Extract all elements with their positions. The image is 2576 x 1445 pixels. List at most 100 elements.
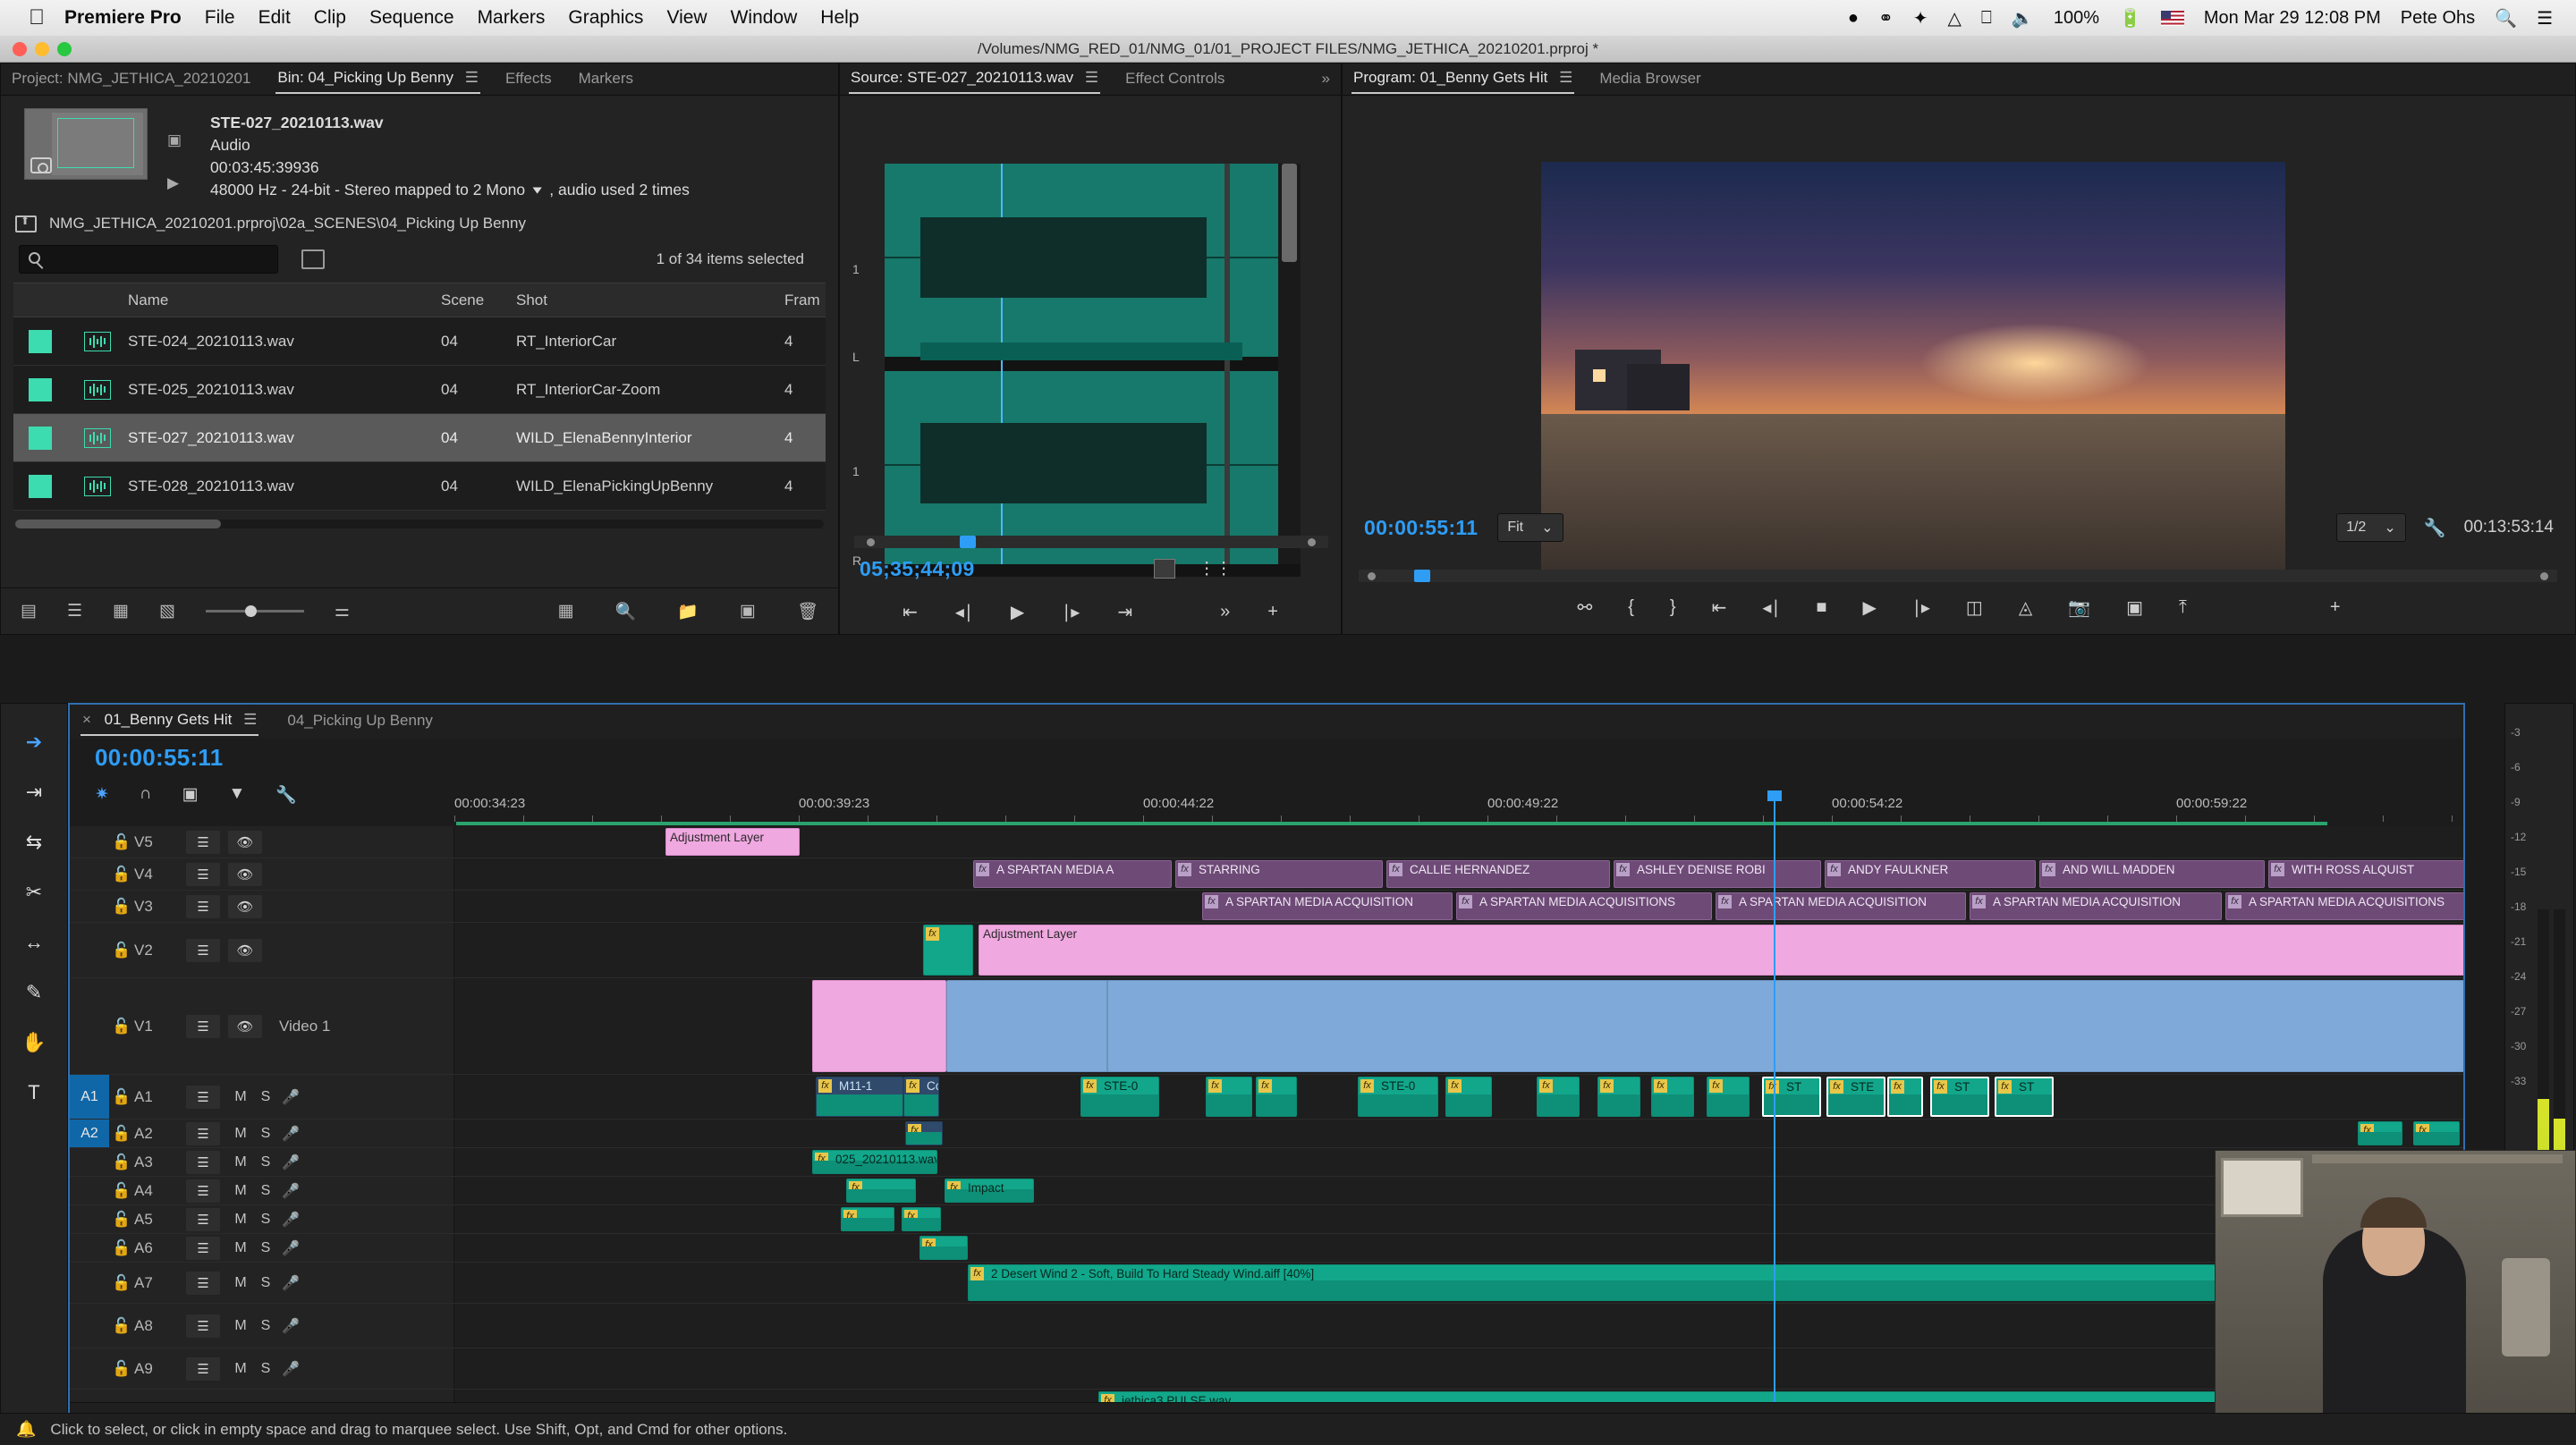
microphone-icon[interactable]: 🎤 (278, 1182, 303, 1200)
menu-graphics[interactable]: Graphics (568, 7, 643, 29)
step-back-icon[interactable]: ◂∣ (955, 601, 973, 623)
track-select-tool-icon[interactable]: ⇥ (26, 781, 42, 804)
microphone-icon[interactable]: 🎤 (278, 1211, 303, 1229)
mute-button[interactable]: M (228, 1089, 253, 1105)
track-lock-icon[interactable]: 🔓 (109, 1182, 134, 1200)
delete-icon[interactable]: 🗑 (797, 601, 818, 622)
airplay-icon[interactable]: ⎕ (1981, 8, 1992, 29)
track-visibility-icon[interactable]: 👁 (228, 830, 262, 854)
chevron-down-icon[interactable]: ▼ (530, 182, 545, 197)
sort-icon[interactable]: ▧ (159, 601, 175, 621)
track-lock-icon[interactable]: 🔓 (109, 1317, 134, 1335)
track-content[interactable]: fx fx (454, 1205, 2463, 1233)
sync-lock-icon[interactable]: ☰ (186, 1356, 220, 1381)
timeline-playhead[interactable] (1767, 790, 1782, 1402)
timeline-clip[interactable]: fx WITH ROSS ALQUIST (2268, 860, 2463, 888)
new-item-icon[interactable]: ▣ (740, 601, 756, 621)
tab-program[interactable]: Program: 01_Benny Gets Hit ☰ (1352, 65, 1575, 94)
tab-effects[interactable]: Effects (504, 66, 554, 93)
track-content[interactable] (454, 1304, 2463, 1348)
sync-lock-icon[interactable]: ☰ (186, 1014, 220, 1038)
timeline-clip[interactable]: fx ST (1995, 1077, 2054, 1117)
track-lock-icon[interactable]: 🔓 (109, 898, 134, 916)
timeline-ruler[interactable]: 00:00:34:23 00:00:39:23 00:00:44:22 00:00:4… (454, 794, 2546, 822)
bluetooth-icon[interactable]: ✦ (1913, 7, 1928, 30)
track-target-toggle[interactable] (70, 826, 109, 858)
track-content[interactable]: fx fx fx (454, 1120, 2463, 1147)
mute-button[interactable]: M (228, 1361, 253, 1377)
list-settings-icon[interactable]: ⚌ (335, 601, 350, 621)
lift-icon[interactable]: ◫ (1966, 596, 1983, 619)
menu-edit[interactable]: Edit (258, 7, 291, 29)
frame-icon[interactable] (1153, 559, 1175, 579)
solo-button[interactable]: S (253, 1240, 278, 1256)
track-target-toggle[interactable] (70, 1234, 109, 1262)
mute-button[interactable]: M (228, 1212, 253, 1228)
source-waveform-display[interactable] (885, 164, 1301, 577)
timeline-clip[interactable]: fx (846, 1179, 916, 1203)
program-timecode[interactable]: 00:00:55:11 (1364, 516, 1478, 540)
tab-sequence-other[interactable]: 04_Picking Up Benny (285, 708, 435, 735)
us-flag-icon[interactable] (2160, 10, 2184, 26)
track-content[interactable]: fx fx Impact (454, 1177, 2463, 1204)
table-row[interactable]: STE-024_20210113.wav 04 RT_InteriorCar 4 (13, 317, 826, 367)
timeline-playhead-timecode[interactable]: 00:00:55:11 (95, 744, 454, 772)
menubar-clock[interactable]: Mon Mar 29 12:08 PM (2204, 8, 2381, 29)
sync-lock-icon[interactable]: ☰ (186, 1179, 220, 1203)
timeline-clip[interactable]: fx Con (903, 1077, 939, 1117)
webcam-overlay[interactable] (2215, 1150, 2576, 1445)
solo-button[interactable]: S (253, 1126, 278, 1142)
col-shot[interactable]: Shot (516, 292, 784, 309)
zoom-slider[interactable] (205, 605, 304, 617)
track-lock-icon[interactable]: 🔓 (109, 1153, 134, 1171)
track-target-toggle[interactable] (70, 1304, 109, 1348)
sync-lock-icon[interactable]: ☰ (186, 938, 220, 962)
track-content[interactable]: 1_0001_C0000.movM16-0636MLV_1_2021-01-16… (454, 978, 2463, 1074)
col-scene[interactable]: Scene (441, 292, 516, 309)
project-horizontal-scrollbar[interactable] (15, 520, 824, 529)
track-content[interactable]: fx (454, 1234, 2463, 1262)
table-row[interactable]: STE-025_20210113.wav 04 RT_InteriorCar-Zoo… (13, 366, 826, 415)
extract-icon[interactable]: ◬ (2019, 596, 2032, 619)
panel-menu-icon[interactable]: ☰ (1085, 69, 1098, 86)
list-view-icon[interactable]: ▤ (21, 601, 37, 621)
track-name[interactable]: A2 (134, 1125, 186, 1143)
find-icon[interactable]: 🔍 (615, 601, 637, 622)
microphone-icon[interactable]: 🎤 (278, 1125, 303, 1143)
icon-view-icon[interactable]: ☰ (67, 601, 82, 621)
track-name[interactable]: A5 (134, 1211, 186, 1229)
mark-in-icon[interactable]: ⇤ (902, 601, 918, 623)
track-lock-icon[interactable]: 🔓 (109, 1274, 134, 1292)
folder-icon[interactable]: 📁 (677, 601, 699, 622)
track-target-toggle[interactable] (70, 923, 109, 977)
track-content[interactable] (454, 1348, 2463, 1389)
track-target-toggle[interactable] (70, 891, 109, 922)
playback-resolution-select[interactable]: 1/2 ⌄ (2336, 513, 2406, 542)
mark-out-icon[interactable]: } (1670, 597, 1676, 618)
track-target-toggle[interactable] (70, 858, 109, 890)
table-row[interactable]: STE-027_20210113.wav 04 WILD_ElenaBennyInt… (13, 414, 826, 463)
snap-magnet-icon[interactable]: ∩ (140, 784, 152, 806)
hand-tool-icon[interactable]: ✋ (21, 1031, 46, 1054)
timeline-clip[interactable]: fx A SPARTAN MEDIA ACQUISITION (1202, 892, 1453, 920)
menu-clip[interactable]: Clip (314, 7, 346, 29)
track-name[interactable]: V3 (134, 898, 186, 916)
menu-sequence[interactable]: Sequence (369, 7, 454, 29)
creative-cloud-icon[interactable]: ⚭ (1878, 7, 1894, 30)
timeline-clip[interactable]: fx (902, 1207, 941, 1231)
control-center-icon[interactable]: ☰ (2537, 7, 2553, 30)
timeline-clip[interactable]: fx 025_20210113.wav (812, 1150, 937, 1174)
mute-button[interactable]: M (228, 1126, 253, 1142)
timeline-clip[interactable]: Adjustment Layer (665, 828, 800, 856)
timeline-clip[interactable]: fx (919, 1236, 968, 1260)
sync-lock-icon[interactable]: ☰ (186, 1121, 220, 1145)
play-preview-icon[interactable]: ▶ (167, 174, 191, 194)
stop-icon[interactable]: ■ (1816, 597, 1826, 618)
track-target-toggle[interactable] (70, 1205, 109, 1233)
timeline-clip[interactable]: fx (923, 925, 973, 976)
track-content[interactable]: fx A SPARTAN MEDIA ACQUISITION fx A SPARTAN… (454, 891, 2463, 922)
export-frame-icon[interactable]: 📷 (2068, 596, 2090, 619)
clip-thumbnail[interactable] (24, 108, 148, 180)
wifi-icon[interactable]: △ (1948, 7, 1962, 30)
mute-button[interactable]: M (228, 1240, 253, 1256)
